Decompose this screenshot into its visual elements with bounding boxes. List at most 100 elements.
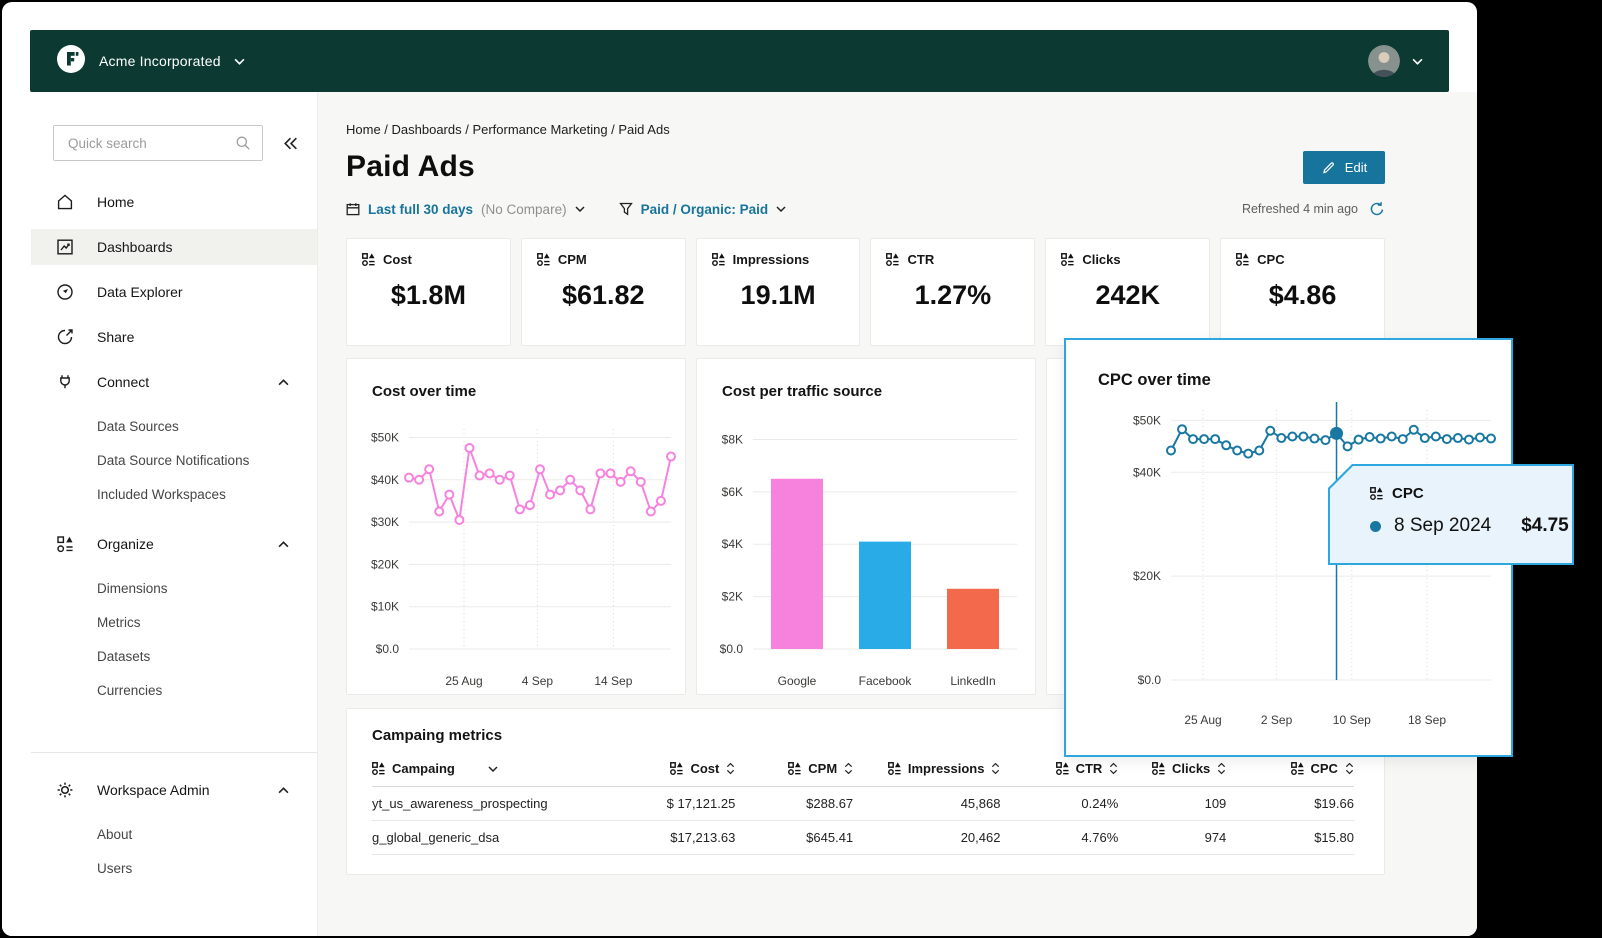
- kpi-value: $61.82: [537, 280, 670, 311]
- svg-text:$4K: $4K: [722, 537, 743, 551]
- series-dot: [1370, 521, 1381, 532]
- svg-text:$0.0: $0.0: [376, 642, 400, 656]
- chevron-down-icon: [1412, 58, 1423, 65]
- sidebar-item-users[interactable]: Users: [2, 851, 317, 885]
- metric-icon: [362, 253, 375, 266]
- column-header-cpm[interactable]: CPM: [735, 761, 853, 776]
- sidebar-item-dimensions[interactable]: Dimensions: [2, 571, 317, 605]
- date-range-filter[interactable]: Last full 30 days (No Compare): [346, 202, 585, 217]
- svg-text:$0.0: $0.0: [720, 642, 744, 656]
- kpi-value: 1.27%: [886, 280, 1019, 311]
- sidebar-item-included-workspaces[interactable]: Included Workspaces: [2, 477, 317, 511]
- svg-text:25 Aug: 25 Aug: [1184, 713, 1221, 727]
- sort-icon: [991, 761, 1000, 776]
- plug-icon: [55, 372, 75, 392]
- sidebar-group-organize[interactable]: Organize: [31, 526, 317, 562]
- sidebar-item-data-source-notifications[interactable]: Data Source Notifications: [2, 443, 317, 477]
- chart-tooltip: CPC 8 Sep 2024 $4.75: [1328, 464, 1574, 565]
- sidebar-divider: [31, 752, 317, 753]
- svg-text:$40K: $40K: [371, 473, 399, 487]
- refreshed-status: Refreshed 4 min ago: [1242, 201, 1385, 217]
- sidebar-group-connect[interactable]: Connect: [31, 364, 317, 400]
- svg-text:$2K: $2K: [722, 590, 743, 604]
- calendar-icon: [346, 202, 360, 216]
- svg-text:14 Sep: 14 Sep: [594, 674, 632, 688]
- quick-search-box[interactable]: [53, 125, 263, 161]
- svg-text:$40K: $40K: [1133, 465, 1161, 479]
- svg-text:$0.0: $0.0: [1138, 673, 1162, 687]
- sort-icon: [1345, 761, 1354, 776]
- chevron-down-icon: [776, 206, 786, 212]
- svg-text:$20K: $20K: [371, 557, 399, 571]
- dashboards-icon: [55, 237, 75, 257]
- funnel-logo-icon: [56, 44, 86, 79]
- svg-text:Google: Google: [778, 674, 817, 688]
- table-row: g_global_generic_dsa $17,213.63 $645.41 …: [372, 821, 1354, 855]
- metric-icon: [537, 253, 550, 266]
- svg-text:$20K: $20K: [1133, 569, 1161, 583]
- kpi-card-cost: Cost $1.8M: [346, 238, 511, 346]
- edit-button[interactable]: Edit: [1303, 151, 1385, 184]
- sidebar-group-workspace-admin[interactable]: Workspace Admin: [31, 772, 317, 808]
- refresh-icon[interactable]: [1369, 201, 1385, 217]
- sort-icon: [1217, 761, 1226, 776]
- metric-icon: [1056, 762, 1069, 775]
- home-icon: [55, 192, 75, 212]
- organize-icon: [55, 534, 75, 554]
- kpi-row: Cost $1.8M CPM $61.82 Impressions 19.1M …: [346, 238, 1385, 346]
- svg-text:10 Sep: 10 Sep: [1333, 713, 1371, 727]
- kpi-value: $1.8M: [362, 280, 495, 311]
- metric-icon: [1291, 762, 1304, 775]
- filter-funnel-icon: [619, 202, 633, 216]
- sidebar-item-data-sources[interactable]: Data Sources: [2, 409, 317, 443]
- sidebar-collapse-button[interactable]: [282, 136, 299, 151]
- kpi-card-cpc: CPC $4.86: [1220, 238, 1385, 346]
- share-icon: [55, 327, 75, 347]
- column-header-ctr[interactable]: CTR: [1000, 761, 1118, 776]
- metric-icon: [1370, 487, 1383, 500]
- cost-over-time-chart[interactable]: Cost over time 25 Aug4 Sep14 Sep$0.0$10K…: [346, 358, 686, 695]
- sort-icon: [726, 761, 735, 776]
- column-header-cost[interactable]: Cost: [608, 761, 736, 776]
- svg-text:$50K: $50K: [371, 430, 399, 444]
- top-header: Acme Incorporated: [30, 30, 1449, 92]
- metric-icon: [670, 762, 683, 775]
- svg-text:$8K: $8K: [722, 432, 743, 446]
- breadcrumb[interactable]: Home / Dashboards / Performance Marketin…: [346, 122, 1385, 137]
- cost-per-traffic-source-chart[interactable]: Cost per traffic source $0.0$2K$4K$6K$8K…: [696, 358, 1036, 695]
- sidebar-item-metrics[interactable]: Metrics: [2, 605, 317, 639]
- avatar: [1368, 45, 1400, 77]
- sidebar-item-datasets[interactable]: Datasets: [2, 639, 317, 673]
- sidebar-item-currencies[interactable]: Currencies: [2, 673, 317, 707]
- tooltip-value: $4.75: [1521, 515, 1569, 537]
- column-header-cpc[interactable]: CPC: [1226, 761, 1354, 776]
- sidebar: Home Dashboards Data Explorer Share Conn…: [2, 92, 318, 936]
- sidebar-item-about[interactable]: About: [2, 817, 317, 851]
- chart-title: Cost over time: [372, 383, 476, 400]
- user-menu[interactable]: [1368, 45, 1423, 77]
- gear-icon: [55, 780, 75, 800]
- svg-text:25 Aug: 25 Aug: [445, 674, 482, 688]
- kpi-card-clicks: Clicks 242K: [1045, 238, 1210, 346]
- sidebar-nav: Home Dashboards Data Explorer Share Conn…: [2, 184, 317, 885]
- metric-icon: [888, 762, 901, 775]
- search-icon: [235, 135, 251, 151]
- sidebar-item-data-explorer[interactable]: Data Explorer: [31, 274, 317, 310]
- segment-filter[interactable]: Paid / Organic: Paid: [619, 202, 787, 217]
- sidebar-item-share[interactable]: Share: [31, 319, 317, 355]
- search-input[interactable]: [66, 135, 235, 152]
- svg-text:$6K: $6K: [722, 485, 743, 499]
- svg-text:2 Sep: 2 Sep: [1261, 713, 1293, 727]
- column-header-impressions[interactable]: Impressions: [853, 761, 1000, 776]
- cpc-over-time-popup[interactable]: CPC over time 25 Aug2 Sep10 Sep18 Sep$0.…: [1064, 338, 1513, 757]
- chevron-up-icon: [278, 541, 289, 548]
- column-header-campaign[interactable]: Campaing: [372, 761, 608, 776]
- column-header-clicks[interactable]: Clicks: [1118, 761, 1226, 776]
- org-name: Acme Incorporated: [99, 53, 221, 69]
- sidebar-item-home[interactable]: Home: [31, 184, 317, 220]
- sidebar-item-dashboards[interactable]: Dashboards: [31, 229, 317, 265]
- svg-text:4 Sep: 4 Sep: [522, 674, 554, 688]
- chevron-down-icon: [575, 206, 585, 212]
- org-switcher[interactable]: Acme Incorporated: [56, 44, 245, 79]
- metric-icon: [372, 762, 385, 775]
